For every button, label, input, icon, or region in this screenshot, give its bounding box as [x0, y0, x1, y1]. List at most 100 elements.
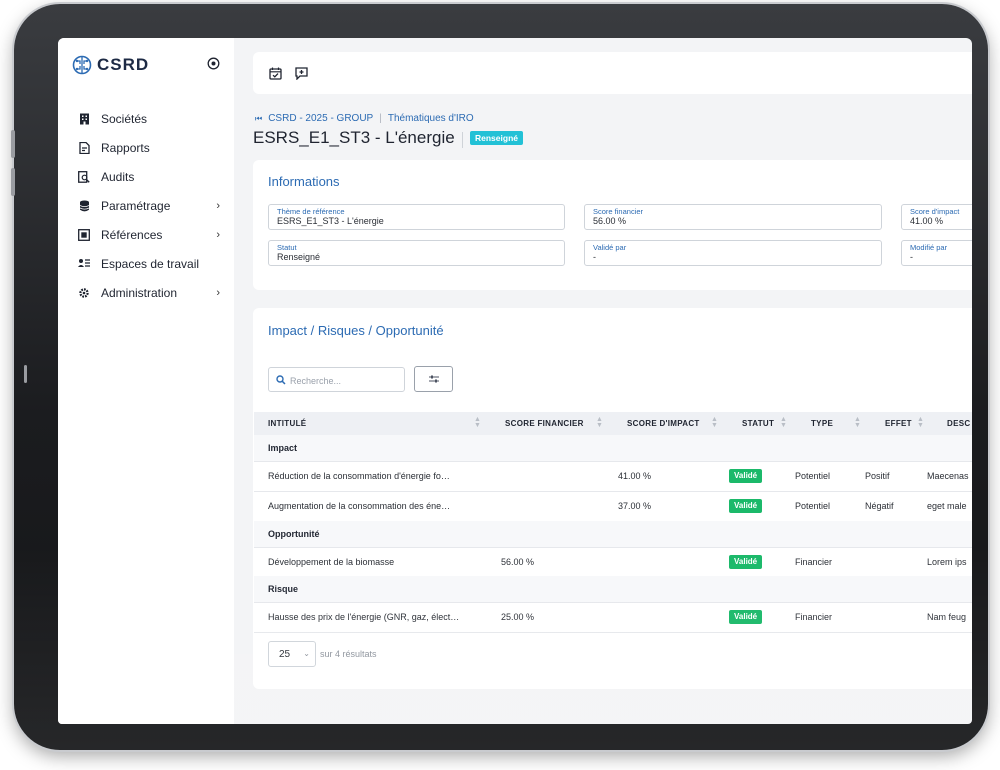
- sidebar-item-administration[interactable]: Administration ›: [58, 278, 234, 307]
- building-icon: [78, 113, 90, 125]
- column-header-statut[interactable]: STATUT: [742, 419, 774, 428]
- database-icon: [78, 200, 90, 212]
- cell-description: Maecenas: [927, 471, 969, 481]
- cell-description: Nam feug: [927, 612, 967, 622]
- breadcrumb: ⏮ CSRD - 2025 - GROUP | Thématiques d'IR…: [255, 113, 474, 124]
- sort-icon[interactable]: ▲ ▼: [596, 416, 603, 429]
- score-financier-field[interactable]: Score financier 56.00 %: [584, 204, 882, 230]
- cell-score-financier: 56.00 %: [501, 557, 535, 567]
- cell-intitule: Réduction de la consommation d'énergie f…: [268, 471, 450, 481]
- target-settings-icon[interactable]: [207, 57, 220, 70]
- sidebar-item-label: Sociétés: [101, 111, 148, 126]
- workspace-icon: [78, 258, 90, 270]
- breadcrumb-separator: |: [379, 113, 382, 124]
- page-size-select[interactable]: 25 ⌄: [268, 641, 316, 667]
- filter-button[interactable]: [414, 366, 453, 392]
- field-label: Statut: [277, 243, 297, 252]
- group-label: Risque: [268, 584, 299, 594]
- column-header-intitule[interactable]: INTITULÉ: [268, 419, 306, 428]
- status-badge: Renseigné: [470, 131, 523, 145]
- sort-icon[interactable]: ▲ ▼: [917, 416, 924, 429]
- search-input[interactable]: [268, 367, 405, 392]
- app-logo[interactable]: CSRD: [72, 55, 149, 75]
- statut-field[interactable]: Statut Renseigné: [268, 240, 565, 266]
- page-size-value: 25: [279, 649, 291, 660]
- table-row[interactable]: Augmentation de la consommation des éne……: [254, 492, 972, 522]
- status-badge-valide: Validé: [729, 469, 763, 483]
- sort-icon[interactable]: ▲ ▼: [854, 416, 861, 429]
- cell-effet: Négatif: [865, 501, 894, 511]
- column-header-score-impact[interactable]: SCORE D'IMPACT: [627, 419, 700, 428]
- theme-field[interactable]: Thème de référence ESRS_E1_ST3 - L'énerg…: [268, 204, 565, 230]
- iro-title: Impact / Risques / Opportunité: [268, 323, 444, 338]
- status-badge-valide: Validé: [729, 610, 763, 624]
- cell-effet: Positif: [865, 471, 890, 481]
- sidebar-item-label: Espaces de travail: [101, 256, 200, 271]
- sort-icon[interactable]: ▲ ▼: [711, 416, 718, 429]
- breadcrumb-link-csrd[interactable]: CSRD - 2025 - GROUP: [268, 113, 373, 124]
- breadcrumb-link-thematiques[interactable]: Thématiques d'IRO: [388, 113, 474, 124]
- sidebar-item-audits[interactable]: Audits: [58, 162, 234, 191]
- status-badge-valide: Validé: [729, 555, 763, 569]
- field-label: Modifié par: [910, 243, 948, 252]
- table-header: INTITULÉ ▲ ▼ SCORE FINANCIER ▲ ▼ SCORE D'I…: [254, 412, 972, 435]
- table-row[interactable]: Hausse des prix de l'énergie (GNR, gaz, …: [254, 603, 972, 633]
- column-header-type[interactable]: TYPE: [811, 419, 833, 428]
- sort-icon[interactable]: ▲ ▼: [474, 416, 481, 429]
- field-label: Score d'impact: [910, 207, 960, 216]
- score-impact-field[interactable]: Score d'impact 41.00 %: [901, 204, 972, 230]
- cell-description: eget male: [927, 501, 967, 511]
- field-value: 41.00 %: [910, 216, 944, 226]
- cell-description: Lorem ips: [927, 557, 967, 567]
- field-value: 56.00 %: [593, 216, 627, 226]
- column-header-description[interactable]: DESC: [947, 419, 970, 428]
- logo-text: CSRD: [97, 55, 150, 74]
- search-field[interactable]: [288, 372, 402, 389]
- column-header-effet[interactable]: EFFET: [885, 419, 912, 428]
- sidebar-item-rapports[interactable]: Rapports: [58, 133, 234, 162]
- table-row[interactable]: Développement de la biomasse 56.00 % Val…: [254, 548, 972, 578]
- field-label: Thème de référence: [277, 207, 345, 216]
- sidebar-item-parametrage[interactable]: Paramétrage ›: [58, 191, 234, 220]
- sidebar-item-label: Rapports: [101, 140, 150, 155]
- sidebar-item-societes[interactable]: Sociétés: [58, 104, 234, 133]
- sidebar-item-references[interactable]: Références ›: [58, 220, 234, 249]
- volume-button: [11, 130, 15, 158]
- cell-type: Financier: [795, 557, 833, 567]
- power-button: [24, 365, 27, 383]
- group-row-risque: Risque: [254, 576, 972, 603]
- top-toolbar: [253, 52, 972, 94]
- chevron-right-icon: ›: [216, 287, 220, 299]
- status-badge-valide: Validé: [729, 499, 763, 513]
- report-icon: [78, 141, 90, 154]
- group-label: Opportunité: [268, 529, 320, 539]
- table-row[interactable]: Réduction de la consommation d'énergie f…: [254, 462, 972, 492]
- sidebar-item-label: Audits: [101, 169, 135, 184]
- field-value: -: [910, 252, 913, 262]
- first-page-icon: ⏮: [255, 113, 263, 123]
- title-divider: [462, 132, 463, 148]
- filter-sliders-icon: [428, 375, 439, 383]
- sidebar-item-espaces-de-travail[interactable]: Espaces de travail: [58, 249, 234, 278]
- chevron-down-icon: ⌄: [303, 649, 310, 658]
- sort-icon[interactable]: ▲ ▼: [780, 416, 787, 429]
- modifie-par-field[interactable]: Modifié par -: [901, 240, 972, 266]
- cell-score-financier: 25.00 %: [501, 612, 535, 622]
- cell-score-impact: 41.00 %: [618, 471, 652, 481]
- app-screen: CSRD Sociétés Rapports Audits Paramétrag…: [58, 38, 972, 724]
- volume-button: [11, 168, 15, 196]
- column-header-score-financier[interactable]: SCORE FINANCIER: [505, 419, 584, 428]
- calendar-check-icon[interactable]: [267, 65, 283, 81]
- valide-par-field[interactable]: Validé par -: [584, 240, 882, 266]
- gear-icon: [78, 287, 90, 299]
- page-title: ESRS_E1_ST3 - L'énergie: [253, 128, 455, 147]
- search-icon: [276, 375, 286, 385]
- field-value: ESRS_E1_ST3 - L'énergie: [277, 216, 384, 226]
- sidebar: CSRD Sociétés Rapports Audits Paramétrag…: [58, 38, 234, 724]
- sidebar-item-label: Références: [101, 227, 163, 242]
- cell-intitule: Hausse des prix de l'énergie (GNR, gaz, …: [268, 612, 460, 622]
- sidebar-nav: Sociétés Rapports Audits Paramétrage › R…: [58, 104, 234, 307]
- comment-add-icon[interactable]: [293, 65, 309, 81]
- field-label: Score financier: [593, 207, 644, 216]
- sidebar-item-label: Administration: [101, 285, 178, 300]
